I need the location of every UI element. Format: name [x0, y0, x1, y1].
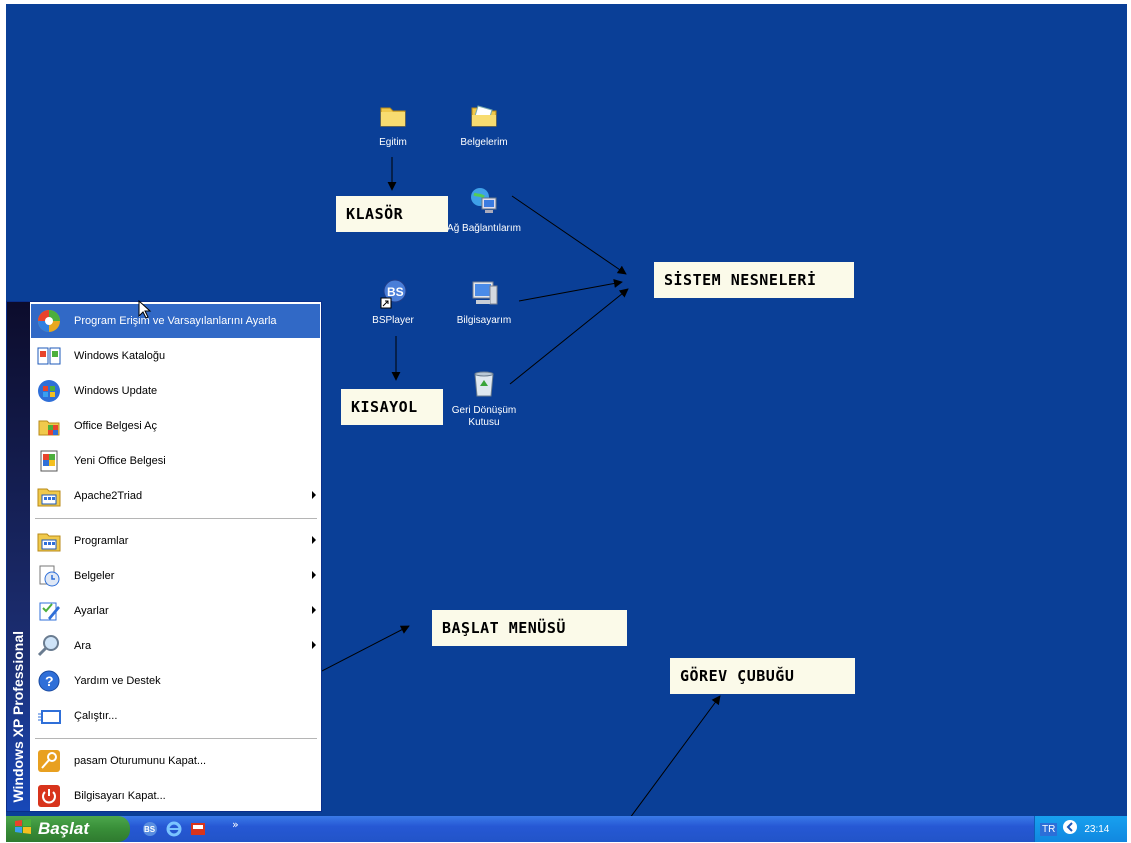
bsplayer-icon[interactable]: BS	[142, 821, 158, 841]
submenu-arrow-icon	[312, 536, 316, 544]
menu-item-label: pasam Oturumunu Kapat...	[74, 755, 207, 767]
settings-icon	[36, 598, 62, 624]
quick-launch-chevron[interactable]: »	[232, 818, 239, 831]
chevron-left-icon[interactable]	[1062, 819, 1078, 839]
menu-item-ayarlar[interactable]: Ayarlar	[31, 594, 320, 628]
menu-separator	[35, 518, 317, 519]
menu-item-windows-update[interactable]: Windows Update	[31, 374, 320, 408]
menu-item-windows-catalog[interactable]: Windows Kataloğu	[31, 339, 320, 373]
arrow-sistem-2	[518, 279, 623, 302]
system-tray: TR 23:14	[1034, 816, 1127, 842]
mouse-pointer-icon	[138, 300, 152, 319]
submenu-arrow-icon	[312, 571, 316, 579]
taskbar: Başlat BS » TR 23:14	[6, 816, 1127, 842]
menu-item-label: Yeni Office Belgesi	[74, 455, 166, 467]
submenu-arrow-icon	[312, 641, 316, 649]
language-indicator[interactable]: TR	[1040, 822, 1058, 836]
windows-update-icon	[36, 378, 62, 404]
submenu-arrow-icon	[312, 491, 316, 499]
menu-item-office-new[interactable]: Yeni Office Belgesi	[31, 444, 320, 478]
menu-item-apache2triad[interactable]: Apache2Triad	[31, 479, 320, 513]
svg-text:BS: BS	[144, 825, 156, 834]
help-icon: ?	[36, 668, 62, 694]
menu-item-ara[interactable]: Ara	[31, 629, 320, 663]
desktop: Egitim Belgelerim Ağ Bağlantılarım BS BS…	[6, 4, 1127, 842]
log-off-icon	[36, 748, 62, 774]
documents-icon	[36, 563, 62, 589]
menu-item-label: Ara	[74, 640, 92, 652]
menu-item-set-program-access[interactable]: Program Erişim ve Varsayılanlarını Ayarl…	[31, 304, 320, 338]
submenu-arrow-icon	[312, 606, 316, 614]
arrow-sistem-3	[509, 288, 629, 385]
menu-separator	[35, 738, 317, 739]
start-button-label: Başlat	[38, 819, 90, 838]
program-group-icon	[36, 483, 62, 509]
office-open-icon	[36, 413, 62, 439]
start-button[interactable]: Başlat	[6, 816, 130, 842]
office-new-icon	[36, 448, 62, 474]
svg-text:?: ?	[45, 673, 54, 689]
arrow-gorev	[623, 695, 721, 827]
banner-text: Windows XP Professional	[10, 631, 26, 803]
arrow-sistem-1	[511, 195, 627, 275]
menu-item-label: Apache2Triad	[74, 490, 143, 502]
clock: 23:14	[1084, 823, 1110, 835]
windows-catalog-icon	[36, 343, 62, 369]
start-menu: Windows XP Professional Program Erişim v…	[6, 301, 322, 812]
menu-item-label: Bilgisayarı Kapat...	[74, 790, 166, 802]
shut-down-icon	[36, 783, 62, 809]
menu-item-log-off[interactable]: pasam Oturumunu Kapat...	[31, 744, 320, 778]
menu-item-label: Programlar	[74, 535, 129, 547]
menu-item-label: Windows Kataloğu	[74, 350, 166, 362]
menu-item-label: Program Erişim ve Varsayılanlarını Ayarl…	[74, 315, 277, 327]
media-icon[interactable]	[190, 821, 206, 841]
menu-item-label: Windows Update	[74, 385, 158, 397]
menu-item-label: Belgeler	[74, 570, 115, 582]
menu-item-shut-down[interactable]: Bilgisayarı Kapat...	[31, 779, 320, 813]
menu-item-office-open[interactable]: Office Belgesi Aç	[31, 409, 320, 443]
search-icon	[36, 633, 62, 659]
menu-item-calistir[interactable]: Çalıştır...	[31, 699, 320, 733]
menu-item-yardim-ve-destek[interactable]: ? Yardım ve Destek	[31, 664, 320, 698]
set-program-access-icon	[36, 308, 62, 334]
menu-item-programlar[interactable]: Programlar	[31, 524, 320, 558]
menu-item-label: Office Belgesi Aç	[74, 420, 157, 432]
menu-item-label: Çalıştır...	[74, 710, 118, 722]
programs-icon	[36, 528, 62, 554]
menu-item-label: Ayarlar	[74, 605, 109, 617]
run-icon	[36, 703, 62, 729]
menu-item-belgeler[interactable]: Belgeler	[31, 559, 320, 593]
start-menu-banner: Windows XP Professional	[7, 302, 30, 811]
windows-logo-icon	[14, 819, 32, 839]
internet-explorer-icon[interactable]	[166, 821, 182, 841]
menu-item-label: Yardım ve Destek	[74, 675, 161, 687]
